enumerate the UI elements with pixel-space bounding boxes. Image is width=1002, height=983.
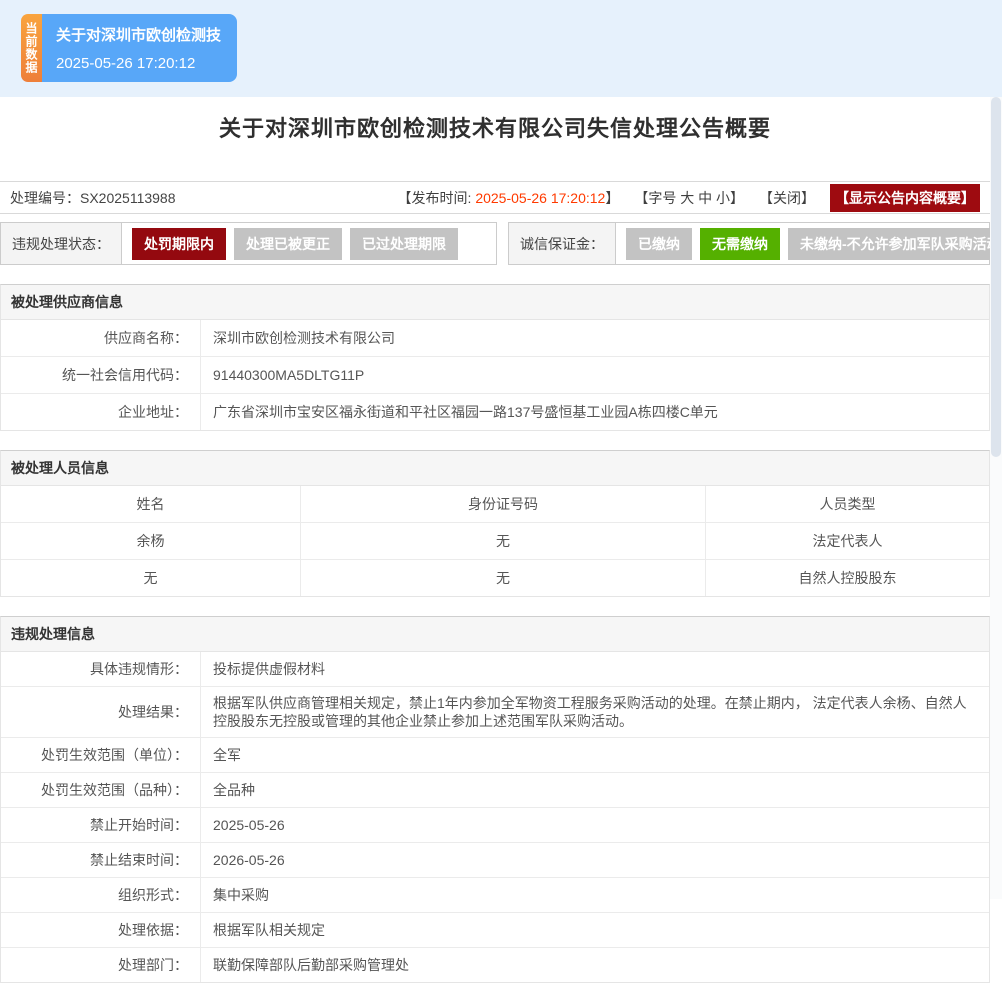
column-header-person-type: 人员类型 (819, 496, 876, 512)
table-row: 组织形式： 集中采购 (1, 878, 989, 913)
cell-id-number: 无 (301, 523, 706, 559)
row-value: 91440300MA5DLTG11P (213, 367, 365, 383)
scrollbar-thumb[interactable] (991, 97, 1001, 457)
row-label: 处罚生效范围（单位）： (1, 738, 201, 772)
row-label: 禁止结束时间： (1, 843, 201, 877)
table-row: 统一社会信用代码： 91440300MA5DLTG11P (1, 357, 989, 394)
row-value: 根据军队供应商管理相关规定，禁止1年内参加全军物资工程服务采购活动的处理。在禁止… (213, 695, 967, 729)
process-number-label: 处理编号： (10, 189, 80, 206)
show-summary-button[interactable]: 【显示公告内容概要】 (830, 183, 980, 212)
column-header-name: 姓名 (1, 486, 301, 522)
row-value: 2026-05-26 (213, 852, 285, 868)
row-label: 处理部门： (1, 948, 201, 982)
row-label: 统一社会信用代码： (1, 357, 201, 393)
table-row: 处理结果： 根据军队供应商管理相关规定，禁止1年内参加全军物资工程服务采购活动的… (1, 687, 989, 738)
status-option-in-penalty-period[interactable]: 处罚期限内 (132, 227, 226, 260)
row-value: 广东省深圳市宝安区福永街道和平社区福园一路137号盛恒基工业园A栋四楼C单元 (213, 404, 718, 420)
column-header-id-number: 身份证号码 (301, 486, 706, 522)
section-personnel-header: 被处理人员信息 (1, 451, 989, 486)
page-title: 关于对深圳市欧创检测技术有限公司失信处理公告概要 (218, 116, 771, 141)
top-band: 当前数据 关于对深圳市欧创检测技 2025-05-26 17:20:12 (0, 0, 1002, 97)
font-size-control[interactable]: 【字号 大 中 小】 (634, 188, 744, 208)
process-number-value: SX2025113988 (80, 189, 176, 206)
publish-time-value: 2025-05-26 17:20:12 (475, 189, 606, 206)
cell-person-type: 法定代表人 (812, 533, 883, 549)
row-label: 禁止开始时间： (1, 808, 201, 842)
table-row: 处理依据： 根据军队相关规定 (1, 913, 989, 948)
row-value: 联勤保障部队后勤部采购管理处 (213, 957, 409, 973)
table-row: 处罚生效范围（单位）： 全军 (1, 738, 989, 773)
deposit-status-label: 诚信保证金： (509, 223, 616, 264)
status-row: 违规处理状态： 处罚期限内 处理已被更正 已过处理期限 诚信保证金： 已缴纳 无… (0, 222, 1002, 265)
violation-status-options: 处罚期限内 处理已被更正 已过处理期限 (122, 223, 468, 264)
table-row: 处罚生效范围（品种）： 全品种 (1, 773, 989, 808)
row-label: 具体违规情形： (1, 652, 201, 686)
table-row: 禁止开始时间： 2025-05-26 (1, 808, 989, 843)
row-label: 处罚生效范围（品种）： (1, 773, 201, 807)
row-value: 2025-05-26 (213, 817, 285, 833)
current-data-tag: 当前数据 (21, 14, 42, 82)
status-option-expired[interactable]: 已过处理期限 (350, 227, 458, 260)
deposit-option-unpaid[interactable]: 未缴纳-不允许参加军队采购活动 (788, 227, 1002, 260)
status-option-corrected[interactable]: 处理已被更正 (234, 227, 342, 260)
row-value: 全品种 (213, 782, 255, 798)
row-label: 企业地址： (1, 394, 201, 430)
row-label: 处理结果： (1, 687, 201, 737)
section-supplier-header: 被处理供应商信息 (1, 285, 989, 320)
table-row: 禁止结束时间： 2026-05-26 (1, 843, 989, 878)
cell-person-type: 自然人控股股东 (798, 570, 897, 586)
deposit-option-not-required[interactable]: 无需缴纳 (700, 227, 780, 260)
table-row: 处理部门： 联勤保障部队后勤部采购管理处 (1, 948, 989, 982)
deposit-status-options: 已缴纳 无需缴纳 未缴纳-不允许参加军队采购活动 (616, 223, 1002, 264)
main-content: 关于对深圳市欧创检测技术有限公司失信处理公告概要 处理编号：SX20251139… (0, 111, 1002, 983)
table-row: 无 无 自然人控股股东 (1, 560, 989, 596)
cell-name: 余杨 (1, 523, 301, 559)
row-label: 组织形式： (1, 878, 201, 912)
row-value: 全军 (213, 747, 241, 763)
scrollbar-track[interactable] (990, 97, 1002, 899)
deposit-option-paid[interactable]: 已缴纳 (626, 227, 692, 260)
current-data-card[interactable]: 当前数据 关于对深圳市欧创检测技 2025-05-26 17:20:12 (21, 14, 238, 82)
table-row: 具体违规情形： 投标提供虚假材料 (1, 652, 989, 687)
row-label: 处理依据： (1, 913, 201, 947)
row-value: 深圳市欧创检测技术有限公司 (213, 330, 395, 346)
table-row: 供应商名称： 深圳市欧创检测技术有限公司 (1, 320, 989, 357)
table-row: 企业地址： 广东省深圳市宝安区福永街道和平社区福园一路137号盛恒基工业园A栋四… (1, 394, 989, 430)
announcement-card-time: 2025-05-26 17:20:12 (56, 55, 196, 72)
section-violation-header: 违规处理信息 (1, 617, 989, 652)
row-value: 集中采购 (213, 887, 269, 903)
row-label: 供应商名称： (1, 320, 201, 356)
publish-time: 【发布时间: 2025-05-26 17:20:12】 (397, 189, 620, 206)
cell-name: 无 (1, 560, 301, 596)
table-row: 余杨 无 法定代表人 (1, 523, 989, 560)
process-number: 处理编号：SX2025113988 (10, 188, 176, 208)
violation-status-label: 违规处理状态： (1, 223, 122, 264)
announcement-card-title: 关于对深圳市欧创检测技 (56, 27, 222, 44)
cell-id-number: 无 (301, 560, 706, 596)
section-personnel-info: 被处理人员信息 姓名 身份证号码 人员类型 余杨 无 法定代表人 无 无 自然人… (0, 450, 990, 597)
info-bar: 处理编号：SX2025113988 【发布时间: 2025-05-26 17:2… (0, 181, 990, 214)
close-link[interactable]: 【关闭】 (759, 188, 815, 208)
section-supplier-info: 被处理供应商信息 供应商名称： 深圳市欧创检测技术有限公司 统一社会信用代码： … (0, 284, 990, 431)
info-bar-controls: 【发布时间: 2025-05-26 17:20:12】 【字号 大 中 小】 【… (397, 183, 980, 212)
current-data-card-body: 关于对深圳市欧创检测技 2025-05-26 17:20:12 (42, 14, 238, 82)
violation-status-box: 违规处理状态： 处罚期限内 处理已被更正 已过处理期限 (0, 222, 497, 265)
row-value: 投标提供虚假材料 (213, 661, 325, 677)
deposit-status-box: 诚信保证金： 已缴纳 无需缴纳 未缴纳-不允许参加军队采购活动 (508, 222, 1002, 265)
section-violation-info: 违规处理信息 具体违规情形： 投标提供虚假材料 处理结果： 根据军队供应商管理相… (0, 616, 990, 983)
personnel-header-row: 姓名 身份证号码 人员类型 (1, 486, 989, 523)
row-value: 根据军队相关规定 (213, 922, 325, 938)
